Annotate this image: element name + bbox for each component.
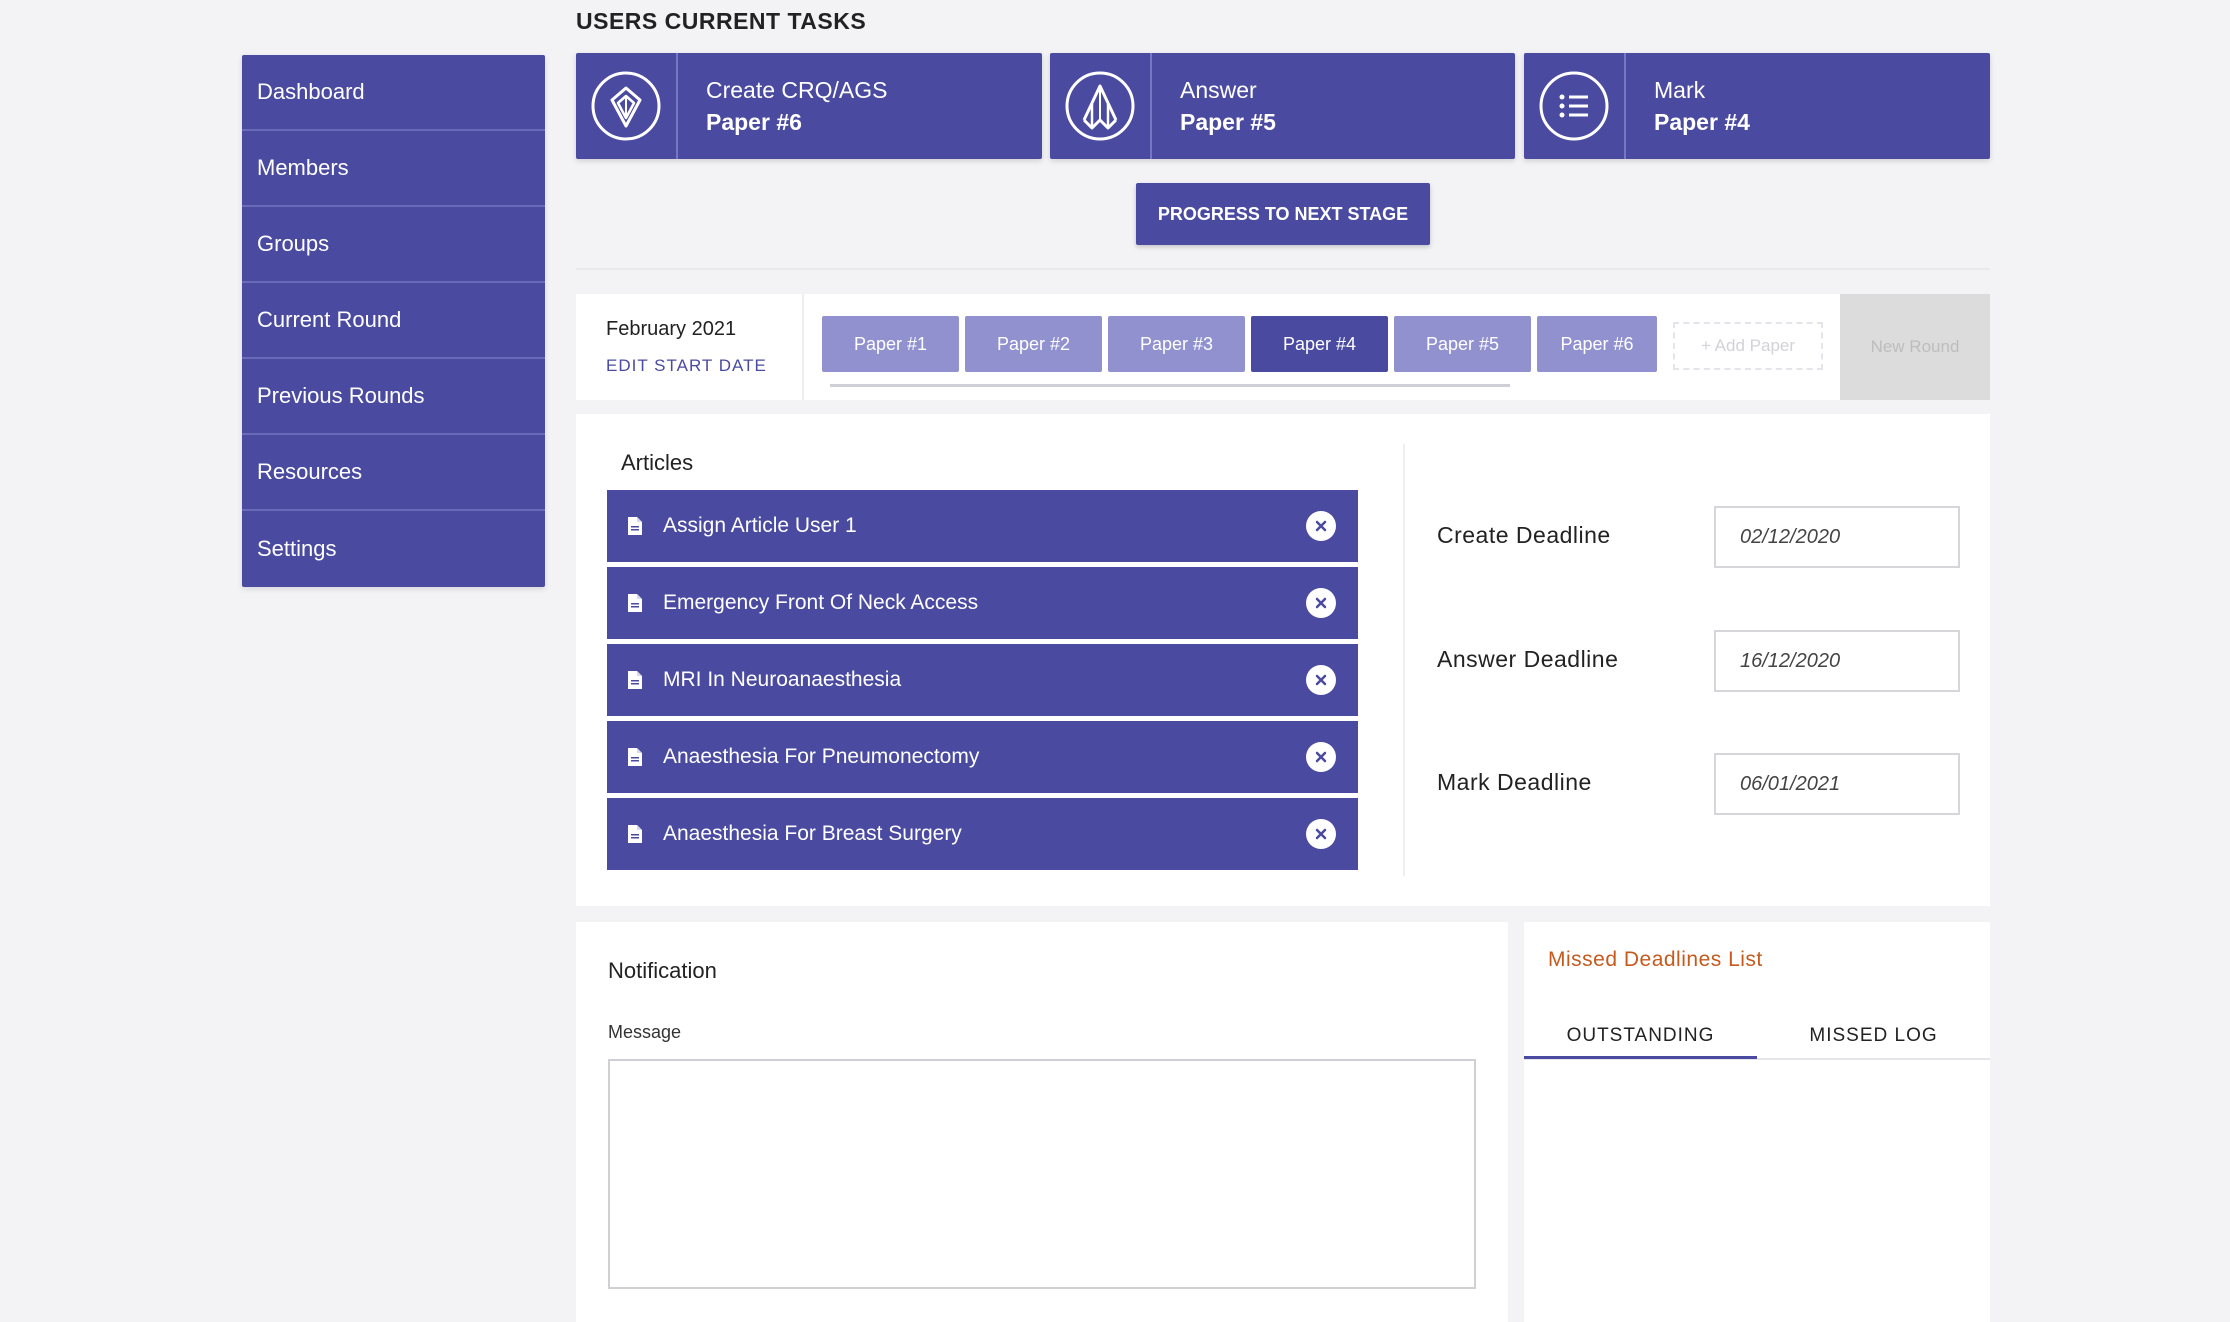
tab-paper-6[interactable]: Paper #6	[1537, 316, 1657, 372]
sidebar-nav: Dashboard Members Groups Current Round P…	[242, 55, 545, 587]
article-label: Assign Article User 1	[663, 514, 857, 537]
tab-paper-1[interactable]: Paper #1	[822, 316, 959, 372]
document-icon	[628, 517, 642, 535]
sidebar-item-current-round[interactable]: Current Round	[242, 283, 545, 359]
notification-panel: Notification Message	[576, 922, 1508, 1322]
panel-separator	[1403, 444, 1405, 876]
page-title: USERS CURRENT TASKS	[576, 8, 867, 34]
tab-outstanding[interactable]: OUTSTANDING	[1524, 1014, 1757, 1058]
task-card-create[interactable]: Create CRQ/AGS Paper #6	[576, 53, 1042, 159]
sidebar-item-dashboard[interactable]: Dashboard	[242, 55, 545, 131]
paper-tabs-bar: February 2021 EDIT START DATE Paper #1 P…	[576, 294, 1990, 400]
paperbar-separator	[802, 294, 804, 400]
articles-deadlines-panel: Articles Assign Article User 1 Emergency…	[576, 414, 1990, 906]
sidebar-item-label: Groups	[257, 231, 330, 256]
close-icon[interactable]	[1306, 742, 1336, 772]
section-divider	[576, 268, 1990, 270]
task-paper-label: Paper #6	[706, 109, 802, 135]
article-item[interactable]: Emergency Front Of Neck Access	[607, 567, 1358, 641]
task-card-answer[interactable]: Answer Paper #5	[1050, 53, 1515, 159]
article-label: Anaesthesia For Breast Surgery	[663, 822, 962, 845]
task-icon-box	[576, 53, 678, 159]
sidebar-item-label: Settings	[257, 536, 337, 561]
article-label: Anaesthesia For Pneumonectomy	[663, 745, 980, 768]
document-icon	[628, 594, 642, 612]
task-paper-label: Paper #5	[1180, 109, 1276, 135]
sidebar-item-label: Resources	[257, 459, 363, 484]
sidebar-item-label: Current Round	[257, 307, 402, 332]
close-icon[interactable]	[1306, 511, 1336, 541]
answer-deadline-label: Answer Deadline	[1437, 646, 1619, 672]
articles-title: Articles	[621, 450, 694, 475]
article-item[interactable]: MRI In Neuroanaesthesia	[607, 644, 1358, 718]
pencil-tip-icon	[1065, 71, 1135, 141]
close-icon[interactable]	[1306, 588, 1336, 618]
task-action-label: Answer	[1180, 77, 1257, 103]
task-action-label: Mark	[1654, 77, 1706, 103]
article-label: Emergency Front Of Neck Access	[663, 591, 979, 614]
article-item[interactable]: Anaesthesia For Pneumonectomy	[607, 721, 1358, 795]
document-icon	[628, 671, 642, 689]
missed-deadlines-title: Missed Deadlines List	[1548, 948, 1763, 971]
close-icon[interactable]	[1306, 819, 1336, 849]
close-icon[interactable]	[1306, 665, 1336, 695]
task-icon-box	[1050, 53, 1152, 159]
tabs-scrollbar[interactable]	[830, 384, 1510, 387]
document-icon	[628, 748, 642, 766]
tab-paper-2[interactable]: Paper #2	[965, 316, 1102, 372]
article-label: MRI In Neuroanaesthesia	[663, 668, 902, 691]
sidebar-item-label: Previous Rounds	[257, 383, 425, 408]
sidebar-item-settings[interactable]: Settings	[242, 511, 545, 587]
tab-missed-log[interactable]: MISSED LOG	[1757, 1014, 1990, 1058]
mark-deadline-input[interactable]	[1714, 753, 1960, 815]
new-round-button[interactable]: New Round	[1840, 294, 1990, 400]
round-start-date: February 2021	[606, 318, 737, 340]
sidebar-item-groups[interactable]: Groups	[242, 207, 545, 283]
sidebar-item-previous-rounds[interactable]: Previous Rounds	[242, 359, 545, 435]
notification-title: Notification	[608, 958, 717, 983]
create-deadline-input[interactable]	[1714, 506, 1960, 568]
missed-deadlines-panel: Missed Deadlines List OUTSTANDING MISSED…	[1524, 922, 1990, 1322]
sidebar-item-label: Dashboard	[257, 79, 365, 104]
task-icon-box	[1524, 53, 1626, 159]
message-label: Message	[608, 1022, 682, 1042]
document-icon	[628, 825, 642, 843]
task-card-mark[interactable]: Mark Paper #4	[1524, 53, 1990, 159]
list-icon	[1539, 71, 1609, 141]
sidebar-item-resources[interactable]: Resources	[242, 435, 545, 511]
edit-start-date-link[interactable]: EDIT START DATE	[606, 356, 767, 376]
task-paper-label: Paper #4	[1654, 109, 1750, 135]
tab-paper-3[interactable]: Paper #3	[1108, 316, 1245, 372]
answer-deadline-input[interactable]	[1714, 630, 1960, 692]
message-textarea[interactable]	[608, 1059, 1476, 1289]
mark-deadline-label: Mark Deadline	[1437, 769, 1592, 795]
tab-paper-4[interactable]: Paper #4	[1251, 316, 1388, 372]
sidebar-item-members[interactable]: Members	[242, 131, 545, 207]
add-paper-button[interactable]: + Add Paper	[1673, 322, 1823, 370]
active-tab-indicator	[1524, 1056, 1757, 1059]
pen-nib-icon	[591, 71, 661, 141]
progress-next-stage-button[interactable]: PROGRESS TO NEXT STAGE	[1136, 183, 1430, 245]
sidebar-item-label: Members	[257, 155, 349, 180]
task-action-label: Create CRQ/AGS	[706, 77, 888, 103]
article-item[interactable]: Assign Article User 1	[607, 490, 1358, 564]
create-deadline-label: Create Deadline	[1437, 522, 1611, 548]
article-item[interactable]: Anaesthesia For Breast Surgery	[607, 798, 1358, 872]
tab-paper-5[interactable]: Paper #5	[1394, 316, 1531, 372]
